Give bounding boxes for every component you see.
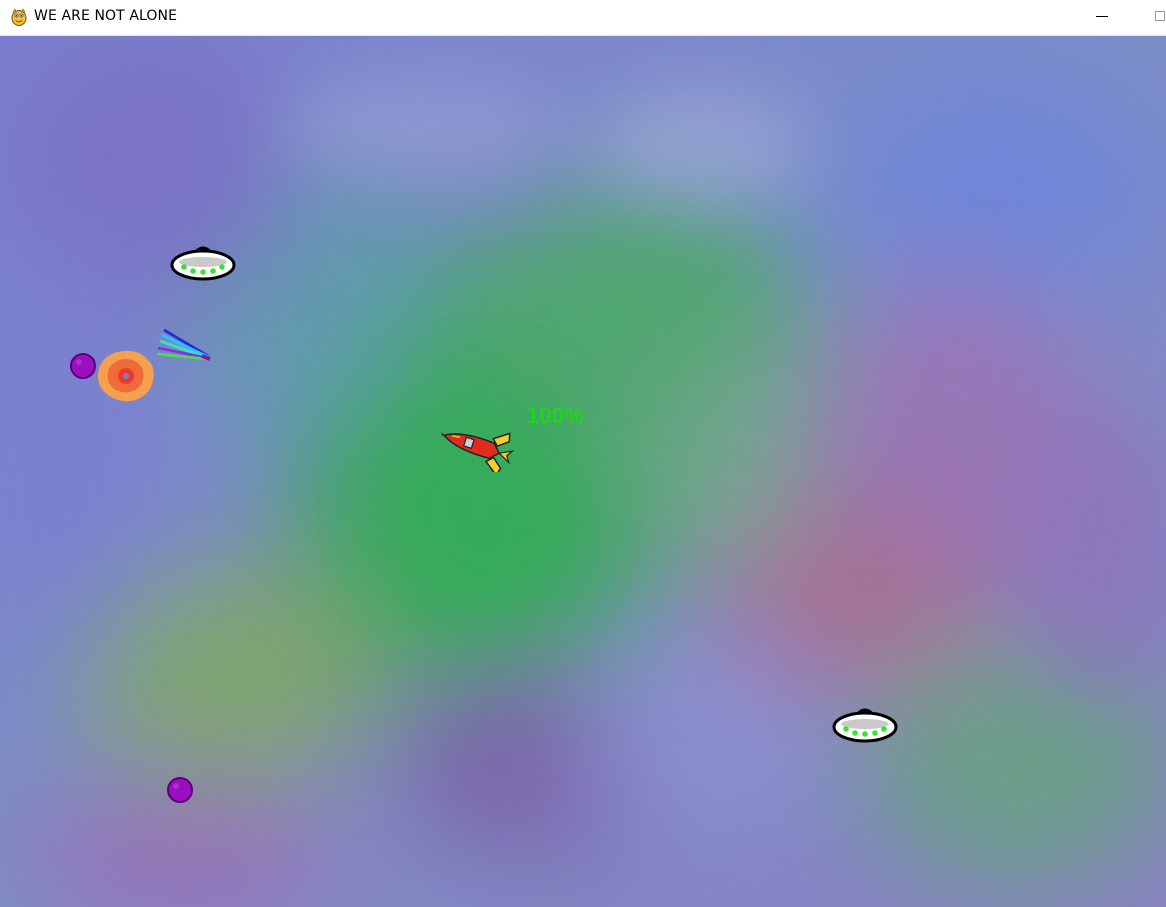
purple-orb-projectile bbox=[70, 353, 96, 379]
player-rocket-ship bbox=[441, 432, 515, 472]
player-health-percent: 100% bbox=[527, 403, 585, 428]
ufo-enemy bbox=[170, 246, 236, 281]
ufo-enemy bbox=[832, 708, 898, 743]
window-titlebar[interactable]: WE ARE NOT ALONE bbox=[0, 0, 1166, 36]
purple-orb-projectile bbox=[167, 777, 193, 803]
window-title: WE ARE NOT ALONE bbox=[34, 8, 178, 24]
pygame-snake-icon bbox=[11, 8, 27, 26]
minimize-button[interactable] bbox=[1078, 0, 1124, 35]
explosion-burst bbox=[97, 350, 154, 402]
rainbow-laser-streak bbox=[156, 328, 211, 361]
maximize-button[interactable] bbox=[1132, 0, 1166, 35]
game-canvas[interactable]: 100% bbox=[0, 36, 1166, 907]
